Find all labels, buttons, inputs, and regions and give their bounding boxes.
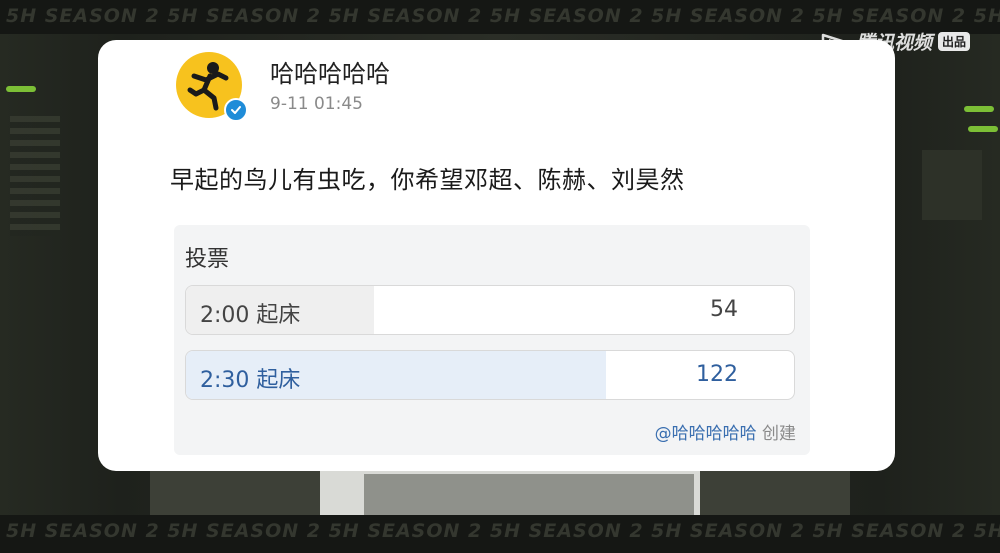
background-light [968, 126, 998, 132]
poll-creator: @哈哈哈哈哈 创建 [655, 419, 796, 444]
background-banner-text: 5H SEASON 2 5H SEASON 2 5H SEASON 2 5H S… [6, 5, 1000, 27]
poll-option-0200[interactable]: 2:00 起床 54 [185, 285, 795, 335]
background-banner-text: 5H SEASON 2 5H SEASON 2 5H SEASON 2 5H S… [6, 520, 1000, 542]
background-banner-bottom: 5H SEASON 2 5H SEASON 2 5H SEASON 2 5H S… [0, 515, 1000, 553]
post-text: 早起的鸟儿有虫吃，你希望邓超、陈赫、刘昊然 [170, 166, 685, 194]
poll-option-0230[interactable]: 2:30 起床 122 [185, 350, 795, 400]
verified-badge-icon [224, 98, 248, 122]
poll-creator-link[interactable]: @哈哈哈哈哈 [655, 424, 757, 444]
poll-option-count: 54 [710, 297, 738, 322]
poll-option-label: 2:00 起床 [200, 303, 301, 328]
background-panel [10, 116, 60, 236]
poll-widget: 投票 2:00 起床 54 2:30 起床 122 @哈哈哈哈哈 创建 [174, 225, 810, 455]
poll-option-count: 122 [696, 362, 738, 387]
poll-option-label: 2:30 起床 [200, 368, 301, 393]
background-light [6, 86, 36, 92]
post-timestamp: 9-11 01:45 [270, 94, 363, 114]
background-light [964, 106, 994, 112]
poll-creator-suffix: 创建 [762, 424, 796, 444]
post-card: 哈哈哈哈哈 9-11 01:45 早起的鸟儿有虫吃，你希望邓超、陈赫、刘昊然 投… [98, 40, 895, 471]
watermark-badge: 出品 [937, 32, 970, 51]
poll-title: 投票 [185, 247, 230, 272]
background-panel [922, 150, 982, 220]
author-name[interactable]: 哈哈哈哈哈 [270, 54, 390, 89]
background-photo [364, 474, 694, 520]
